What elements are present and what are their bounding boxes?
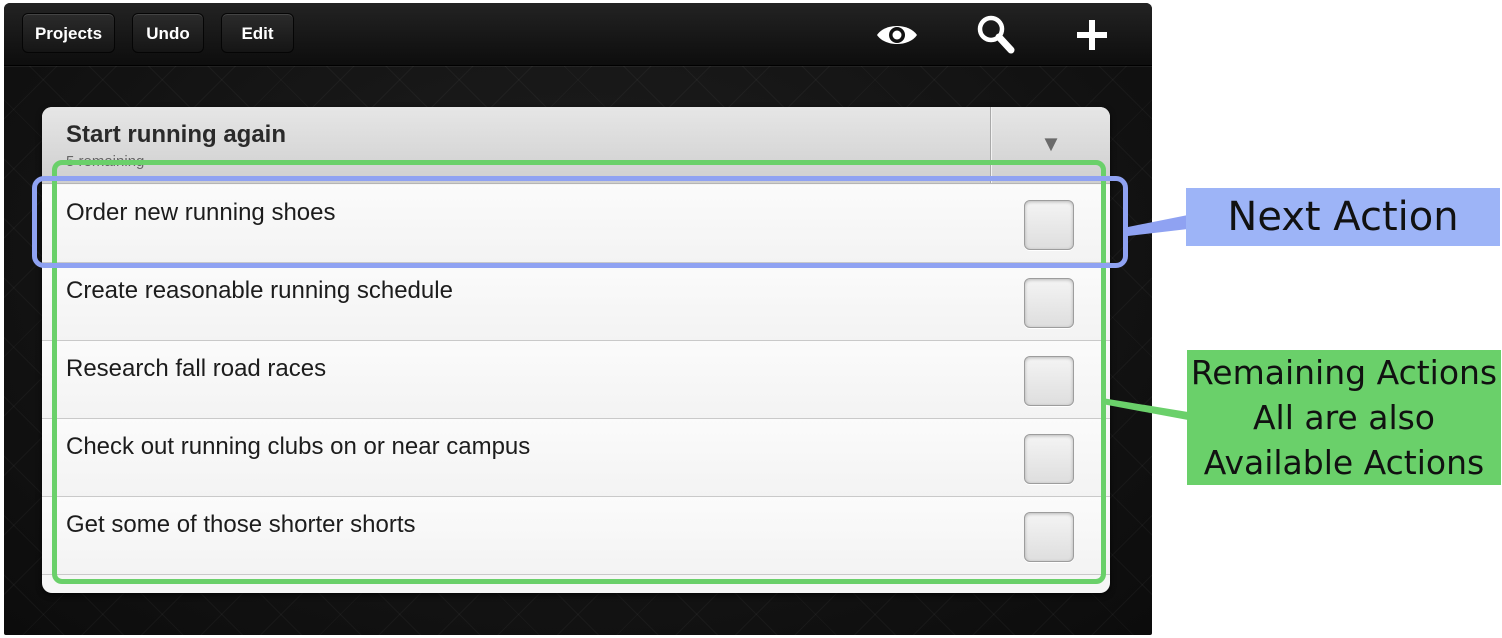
task-label: Get some of those shorter shorts [66, 511, 416, 538]
task-list: Order new running shoes Create reasonabl… [42, 185, 1110, 575]
next-action-callout: Next Action [1186, 188, 1500, 246]
chevron-down-icon: ▼ [1040, 131, 1062, 156]
remaining-count: 5 remaining [66, 153, 145, 170]
header-divider [990, 107, 991, 183]
task-row[interactable]: Check out running clubs on or near campu… [42, 419, 1110, 497]
project-card: Start running again 5 remaining ▼ Order … [42, 107, 1110, 593]
plus-icon[interactable] [1070, 15, 1114, 55]
app-window: Projects Undo Edit Start running again 5… [4, 3, 1152, 635]
next-action-text: Next Action [1227, 194, 1459, 240]
project-title: Start running again [66, 121, 287, 148]
project-header[interactable]: Start running again 5 remaining ▼ [42, 107, 1110, 184]
task-checkbox[interactable] [1024, 434, 1074, 484]
remaining-actions-callout: Remaining Actions All are also Available… [1187, 350, 1501, 485]
task-row[interactable]: Research fall road races [42, 341, 1110, 419]
undo-button[interactable]: Undo [132, 13, 204, 53]
task-label: Order new running shoes [66, 199, 336, 226]
task-row[interactable]: Get some of those shorter shorts [42, 497, 1110, 575]
task-checkbox[interactable] [1024, 200, 1074, 250]
remaining-actions-line-3: Available Actions [1203, 443, 1485, 482]
task-label: Create reasonable running schedule [66, 277, 453, 304]
task-checkbox[interactable] [1024, 512, 1074, 562]
remaining-actions-line-2: All are also [1252, 398, 1436, 437]
eye-icon[interactable] [875, 15, 919, 55]
task-label: Check out running clubs on or near campu… [66, 433, 531, 460]
task-checkbox[interactable] [1024, 356, 1074, 406]
collapse-toggle[interactable]: ▼ [992, 107, 1110, 183]
remaining-actions-line-1: Remaining Actions [1190, 353, 1498, 392]
task-checkbox[interactable] [1024, 278, 1074, 328]
search-icon[interactable] [974, 13, 1018, 54]
toolbar: Projects Undo Edit [4, 3, 1152, 66]
task-row[interactable]: Order new running shoes [42, 185, 1110, 263]
edit-button[interactable]: Edit [221, 13, 294, 53]
task-label: Research fall road races [66, 355, 327, 382]
task-row[interactable]: Create reasonable running schedule [42, 263, 1110, 341]
projects-button[interactable]: Projects [22, 13, 115, 53]
